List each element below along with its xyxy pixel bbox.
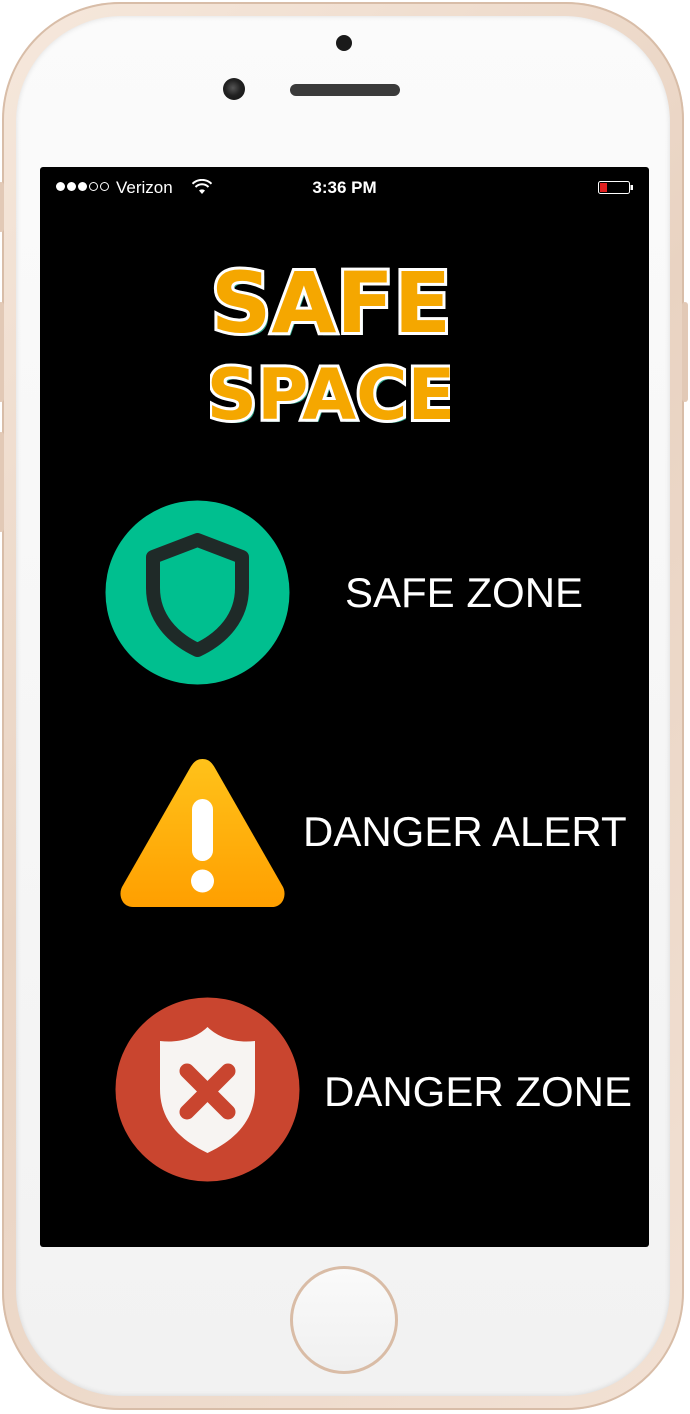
status-bar: Verizon 3:36 PM (40, 167, 649, 209)
front-camera (223, 78, 245, 100)
logo-line-1: SAFE (211, 254, 450, 352)
volume-down-button (0, 432, 4, 532)
app-screen: Verizon 3:36 PM SAFE SAFE SAFE SPACE SPA… (40, 167, 649, 1247)
home-button[interactable] (290, 1266, 398, 1374)
shield-x-icon (115, 997, 300, 1182)
safe-zone-button[interactable]: SAFE ZONE (40, 500, 649, 685)
shield-check-icon (105, 500, 290, 685)
danger-zone-button[interactable]: DANGER ZONE (40, 997, 649, 1182)
volume-up-button (0, 302, 4, 402)
proximity-sensor (336, 35, 352, 51)
danger-zone-label: DANGER ZONE (324, 1068, 633, 1115)
safe-zone-label: SAFE ZONE (345, 569, 584, 616)
silent-switch (0, 182, 4, 232)
safe-space-logo: SAFE SAFE SAFE SPACE SPACE SPACE (210, 251, 450, 437)
power-button (682, 302, 688, 402)
logo-line-2: SPACE (210, 354, 450, 436)
danger-alert-label: DANGER ALERT (303, 808, 627, 855)
danger-alert-button[interactable]: DANGER ALERT (40, 747, 649, 912)
battery-icon (598, 181, 633, 194)
earpiece-speaker (290, 84, 400, 96)
warning-triangle-icon (120, 759, 285, 907)
status-time: 3:36 PM (312, 178, 377, 197)
